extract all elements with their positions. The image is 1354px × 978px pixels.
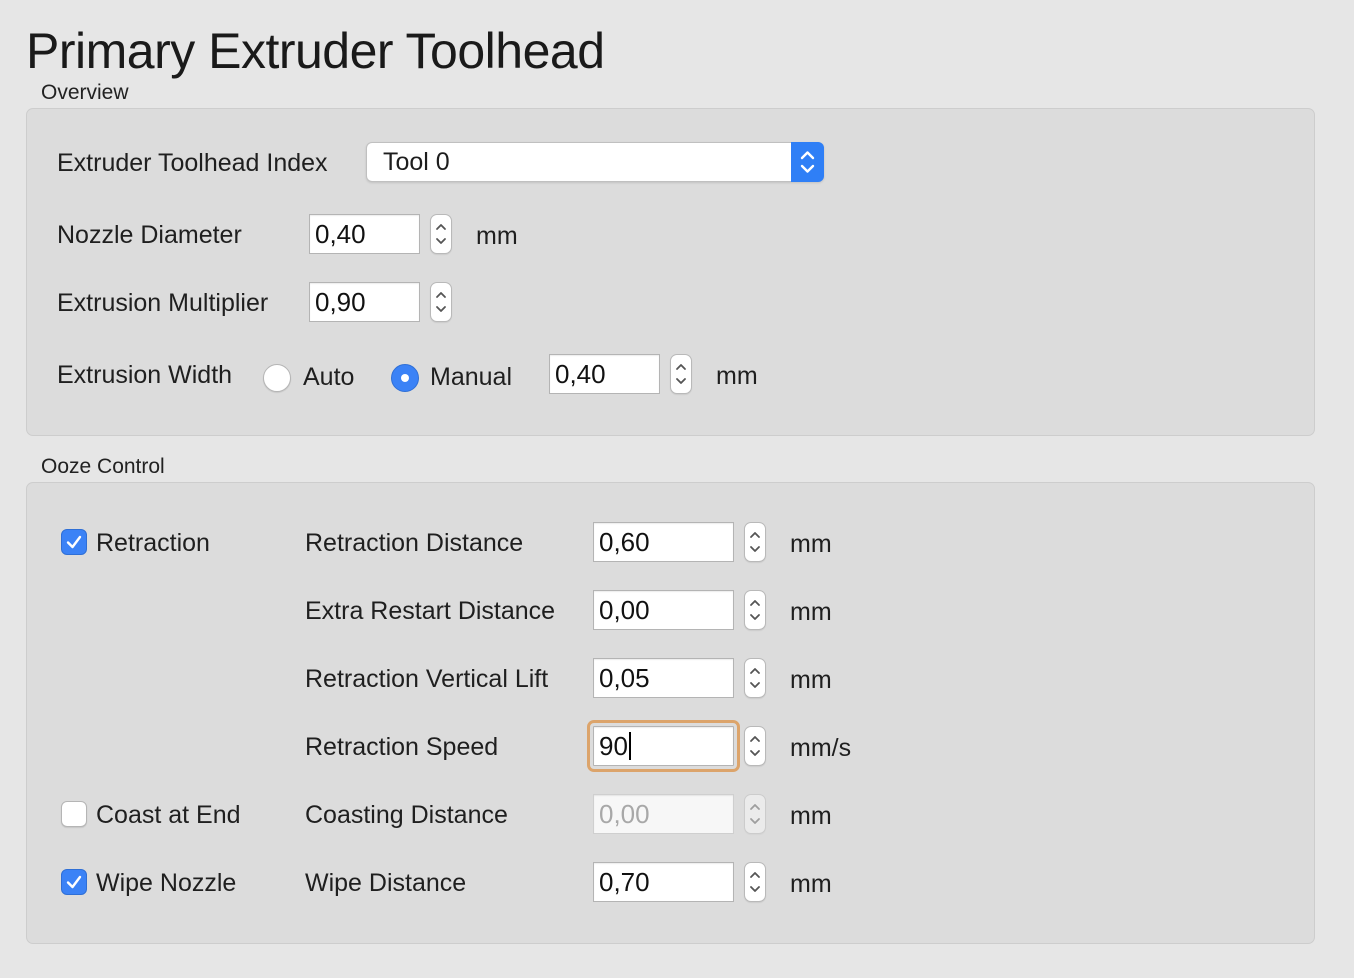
wipe-nozzle-label[interactable]: Wipe Nozzle (96, 868, 236, 898)
retraction-speed-label: Retraction Speed (305, 733, 499, 761)
text-caret (628, 732, 631, 761)
retraction-checkbox-label[interactable]: Retraction (96, 528, 210, 558)
retraction-vertical-lift-field[interactable]: 0,05 (593, 658, 734, 698)
wipe-distance-label: Wipe Distance (305, 869, 467, 897)
extrusion-multiplier-label: Extrusion Multiplier (57, 289, 269, 317)
coasting-distance-unit: mm (790, 802, 832, 830)
extrusion-width-unit: mm (716, 362, 758, 390)
retraction-vertical-lift-label: Retraction Vertical Lift (305, 665, 549, 693)
extrusion-width-auto-label[interactable]: Auto (303, 362, 354, 392)
checkmark-icon (66, 875, 82, 889)
retraction-distance-unit: mm (790, 530, 832, 558)
nozzle-diameter-stepper[interactable] (430, 214, 452, 254)
page-title: Primary Extruder Toolhead (26, 23, 605, 79)
toolhead-index-value: Tool 0 (383, 148, 450, 176)
nozzle-diameter-field[interactable]: 0,40 (309, 214, 420, 254)
extra-restart-distance-label: Extra Restart Distance (305, 597, 556, 625)
wipe-distance-unit: mm (790, 870, 832, 898)
nozzle-diameter-unit: mm (476, 222, 518, 250)
retraction-distance-label: Retraction Distance (305, 529, 524, 557)
checkmark-icon (66, 535, 82, 549)
extrusion-width-field[interactable]: 0,40 (549, 354, 660, 394)
wipe-nozzle-checkbox[interactable] (61, 869, 87, 895)
coasting-distance-stepper[interactable] (744, 794, 766, 834)
retraction-vertical-lift-unit: mm (790, 666, 832, 694)
ooze-control-caption: Ooze Control (41, 455, 165, 478)
extra-restart-distance-stepper[interactable] (744, 590, 766, 630)
coast-at-end-label[interactable]: Coast at End (96, 800, 241, 830)
retraction-speed-value: 90 (599, 731, 628, 761)
retraction-speed-unit: mm/s (790, 734, 852, 762)
extra-restart-distance-field[interactable]: 0,00 (593, 590, 734, 630)
extra-restart-distance-unit: mm (790, 598, 832, 626)
extrusion-width-stepper[interactable] (670, 354, 692, 394)
retraction-checkbox[interactable] (61, 529, 87, 555)
toolhead-index-label: Extruder Toolhead Index (57, 149, 328, 177)
retraction-vertical-lift-stepper[interactable] (744, 658, 766, 698)
extrusion-width-manual-label[interactable]: Manual (430, 362, 512, 392)
retraction-speed-stepper[interactable] (744, 726, 766, 766)
wipe-distance-field[interactable]: 0,70 (593, 862, 734, 902)
extrusion-width-manual-radio[interactable] (391, 364, 419, 392)
retraction-distance-stepper[interactable] (744, 522, 766, 562)
chevron-up-down-icon (791, 142, 824, 182)
retraction-distance-field[interactable]: 0,60 (593, 522, 734, 562)
extrusion-width-label: Extrusion Width (57, 361, 233, 389)
coasting-distance-field[interactable]: 0,00 (593, 794, 734, 834)
extrusion-width-auto-radio[interactable] (263, 364, 291, 392)
nozzle-diameter-label: Nozzle Diameter (57, 221, 242, 249)
toolhead-index-select[interactable]: Tool 0 (366, 142, 824, 182)
overview-caption: Overview (41, 81, 129, 104)
coasting-distance-label: Coasting Distance (305, 801, 508, 829)
coast-at-end-checkbox[interactable] (61, 801, 87, 827)
retraction-speed-field[interactable]: 90 (587, 720, 740, 772)
extrusion-multiplier-stepper[interactable] (430, 282, 452, 322)
extrusion-multiplier-field[interactable]: 0,90 (309, 282, 420, 322)
wipe-distance-stepper[interactable] (744, 862, 766, 902)
